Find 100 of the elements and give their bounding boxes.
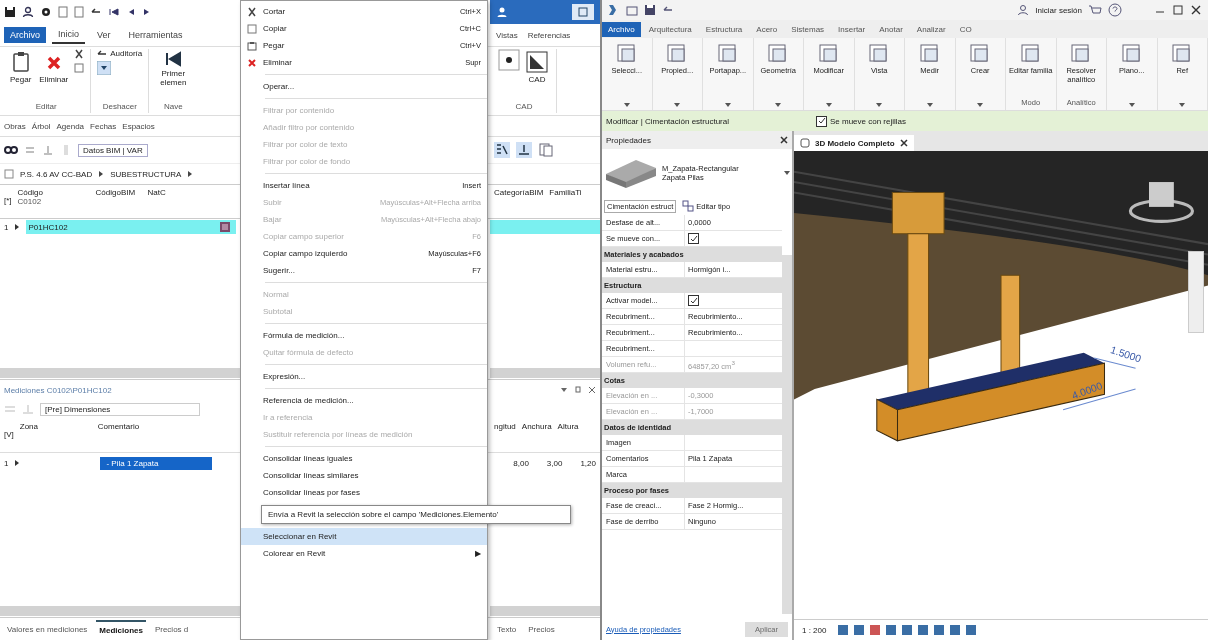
first-record-icon[interactable] xyxy=(108,6,120,18)
column-header[interactable]: Zona xyxy=(19,422,92,431)
ribbon-tab[interactable]: Analizar xyxy=(910,21,952,37)
menu-item[interactable]: Expresión... xyxy=(241,368,487,385)
ribbon-tab[interactable]: CO xyxy=(953,21,978,37)
panel-tab[interactable]: Espacios xyxy=(122,121,155,131)
dropdown-icon[interactable] xyxy=(97,61,112,75)
column-header[interactable]: Código xyxy=(17,188,90,197)
first-element-button[interactable]: Primer elemen xyxy=(155,49,192,89)
ribbon-tab[interactable]: Ver xyxy=(91,27,117,43)
file-menu-button[interactable]: Archivo xyxy=(602,21,641,37)
ribbon-tab[interactable]: Vistas xyxy=(494,27,520,43)
breadcrumb-item[interactable]: SUBESTRUCTURA xyxy=(110,169,182,179)
panel-tab[interactable]: Precios d xyxy=(151,620,192,638)
dropdown-icon[interactable] xyxy=(623,103,630,107)
checkbox[interactable] xyxy=(688,295,699,306)
ribbon-tab[interactable]: Estructura xyxy=(699,21,749,37)
save-icon[interactable] xyxy=(4,6,16,18)
ribbon-tab[interactable]: Herramientas xyxy=(122,27,189,43)
dropdown-icon[interactable] xyxy=(825,103,832,107)
ribbon-tab[interactable]: Sistemas xyxy=(785,21,831,37)
open-icon[interactable] xyxy=(626,4,638,16)
panel-tab[interactable]: Valores en mediciones xyxy=(4,620,91,638)
paste-button[interactable]: Pegar xyxy=(8,49,34,86)
link-icon[interactable] xyxy=(4,144,18,156)
column-header[interactable]: CódigoBIM xyxy=(95,188,142,197)
dropdown-icon[interactable] xyxy=(876,103,883,107)
ribbon-tab[interactable]: Insertar xyxy=(832,21,872,37)
breadcrumb-item[interactable]: P.S. 4.6 AV CC-BAD xyxy=(20,169,93,179)
dropdown-icon[interactable] xyxy=(784,171,790,175)
maximize-icon[interactable] xyxy=(1172,4,1184,16)
dropdown-icon[interactable] xyxy=(1179,103,1186,107)
copy-icon[interactable] xyxy=(538,142,554,158)
checkbox[interactable] xyxy=(688,233,699,244)
save-icon[interactable] xyxy=(644,4,656,16)
column-header[interactable]: NatC xyxy=(147,188,166,197)
menu-item[interactable]: Consolidar líneas similares xyxy=(241,467,487,484)
user-icon[interactable] xyxy=(496,6,508,18)
cart-icon[interactable] xyxy=(1088,4,1102,16)
menu-item[interactable]: Referencia de medición... xyxy=(241,392,487,409)
dropdown-icon[interactable] xyxy=(560,386,568,394)
dropdown-icon[interactable] xyxy=(1128,103,1135,107)
ribbon-tab[interactable]: Anotar xyxy=(873,21,909,37)
dropdown-icon[interactable] xyxy=(775,103,782,107)
close-icon[interactable] xyxy=(588,386,596,394)
horizontal-scrollbar[interactable] xyxy=(0,606,240,616)
panel-tab[interactable]: Obras xyxy=(4,121,26,131)
column-header[interactable]: Comentario xyxy=(97,422,140,431)
settings-icon[interactable] xyxy=(40,6,52,18)
ribbon-tab[interactable]: Archivo xyxy=(4,27,46,43)
panel-tab[interactable]: Texto xyxy=(494,620,520,638)
table-cell[interactable]: - Pila 1 Zapata xyxy=(100,456,213,470)
view-tab[interactable]: 3D Modelo Completo xyxy=(794,135,914,151)
close-icon[interactable] xyxy=(1190,4,1202,16)
horizontal-scrollbar[interactable] xyxy=(0,368,240,378)
ribbon-tab[interactable]: Inicio xyxy=(52,26,86,44)
column-header[interactable]: CategoríaBIM xyxy=(494,188,544,197)
panel-tab[interactable]: Precios xyxy=(525,620,558,638)
menu-item[interactable]: Consolidar líneas iguales xyxy=(241,450,487,467)
close-icon[interactable] xyxy=(780,136,788,144)
column-header[interactable]: Anchura xyxy=(521,422,552,431)
ribbon-tab[interactable]: Acero xyxy=(750,21,784,37)
ribbon-tab[interactable]: Arquitectura xyxy=(642,21,698,37)
document-icon[interactable] xyxy=(74,6,84,18)
view-scale[interactable]: 1 : 200 xyxy=(802,625,827,635)
cad-button[interactable]: CAD xyxy=(524,49,550,86)
close-icon[interactable] xyxy=(899,139,908,147)
audit-button[interactable]: Auditoría xyxy=(97,49,143,58)
selected-row[interactable]: P01HC102 xyxy=(26,220,236,234)
column-header[interactable]: FamiliaTi xyxy=(549,188,582,197)
dropdown-icon[interactable] xyxy=(674,103,681,107)
menu-item[interactable]: Fórmula de medición... xyxy=(241,327,487,344)
help-icon[interactable] xyxy=(1108,3,1122,17)
pin-icon[interactable] xyxy=(574,386,582,394)
record-icon[interactable] xyxy=(498,49,520,71)
dropdown-icon[interactable] xyxy=(724,103,731,107)
column-header[interactable]: ngitud xyxy=(494,422,516,431)
menu-item[interactable]: Consolidar líneas por fases xyxy=(241,484,487,501)
delete-button[interactable]: Eliminar xyxy=(37,49,71,86)
user-icon[interactable] xyxy=(22,6,34,18)
menu-item[interactable]: Seleccionar en Revit xyxy=(241,528,487,545)
ribbon-tab[interactable]: Referencias xyxy=(525,27,573,43)
table-cell[interactable]: P01HC102 xyxy=(28,222,68,232)
cut-icon[interactable] xyxy=(74,49,85,59)
menu-item[interactable]: Operar... xyxy=(241,78,487,95)
panel-tab[interactable]: Mediciones xyxy=(96,619,146,639)
panel-tab[interactable]: Árbol xyxy=(31,121,51,131)
dropdown-icon[interactable] xyxy=(977,103,984,107)
checkbox[interactable] xyxy=(816,115,827,127)
dropdown-icon[interactable] xyxy=(926,103,933,107)
view-selector[interactable]: [Pre] Dimensiones xyxy=(40,402,200,416)
document-icon[interactable] xyxy=(58,6,68,18)
bim-data-field[interactable]: Datos BIM | VAR xyxy=(78,143,148,157)
panel-tab[interactable]: Agenda xyxy=(56,121,85,131)
grid-option-checkbox[interactable]: Se mueve con rejillas xyxy=(816,115,907,127)
view-cube-icon[interactable] xyxy=(1128,182,1194,223)
panel-tab[interactable]: Fechas xyxy=(90,121,117,131)
vertical-scrollbar[interactable] xyxy=(782,255,792,614)
horizontal-scrollbar[interactable] xyxy=(490,606,600,616)
column-icon[interactable] xyxy=(516,142,532,158)
